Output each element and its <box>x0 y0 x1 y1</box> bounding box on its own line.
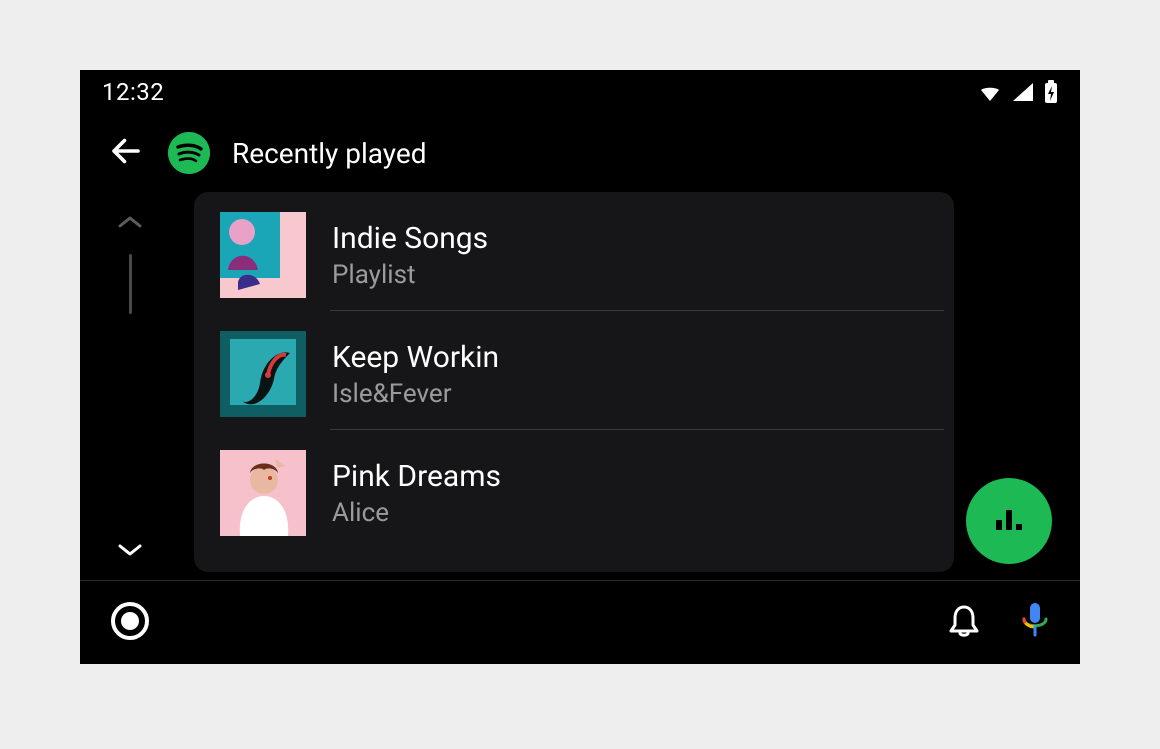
list-item[interactable]: Indie Songs Playlist <box>194 192 954 310</box>
notifications-button[interactable] <box>948 603 980 643</box>
scroll-up-button[interactable] <box>117 214 143 234</box>
spotify-logo-icon <box>168 132 210 174</box>
now-playing-fab[interactable] <box>966 478 1052 564</box>
app-header: Recently played <box>80 114 1080 192</box>
app-launcher-icon <box>110 601 150 645</box>
device-screen: 12:32 <box>80 70 1080 664</box>
content-area: Indie Songs Playlist Keep Wo <box>80 192 1080 580</box>
nav-right <box>948 601 1050 645</box>
list-item-subtitle: Alice <box>332 498 501 528</box>
list-item[interactable]: Pink Dreams Alice <box>194 430 954 548</box>
back-arrow-icon <box>108 133 144 173</box>
scroll-down-button[interactable] <box>117 542 143 562</box>
list-panel: Indie Songs Playlist Keep Wo <box>194 192 954 572</box>
scroll-track[interactable] <box>129 254 132 314</box>
list-item-subtitle: Isle&Fever <box>332 379 499 409</box>
list-item-title: Keep Workin <box>332 340 499 375</box>
album-art <box>220 450 306 536</box>
chevron-up-icon <box>117 215 143 234</box>
scroll-up-group <box>117 214 143 314</box>
list-item-text: Pink Dreams Alice <box>332 459 501 528</box>
list-item[interactable]: Keep Workin Isle&Fever <box>194 311 954 429</box>
list-item-text: Keep Workin Isle&Fever <box>332 340 499 409</box>
chevron-down-icon <box>117 543 143 562</box>
equalizer-icon <box>992 504 1026 538</box>
wifi-icon <box>978 82 1002 102</box>
album-art <box>220 331 306 417</box>
list-item-subtitle: Playlist <box>332 260 488 290</box>
list-item-title: Indie Songs <box>332 221 488 256</box>
nav-bar <box>80 580 1080 664</box>
app-launcher-button[interactable] <box>110 601 150 645</box>
album-art <box>220 212 306 298</box>
cellular-icon <box>1012 82 1034 102</box>
status-bar: 12:32 <box>80 70 1080 114</box>
voice-assistant-button[interactable] <box>1020 601 1050 645</box>
bell-icon <box>948 603 980 643</box>
list-item-title: Pink Dreams <box>332 459 501 494</box>
list-item-text: Indie Songs Playlist <box>332 221 488 290</box>
status-clock: 12:32 <box>102 78 164 106</box>
back-button[interactable] <box>106 133 146 173</box>
battery-charging-icon <box>1044 80 1058 104</box>
mic-icon <box>1020 601 1050 645</box>
page-title: Recently played <box>232 137 427 170</box>
scroll-column <box>80 192 180 580</box>
status-icons <box>978 80 1058 104</box>
